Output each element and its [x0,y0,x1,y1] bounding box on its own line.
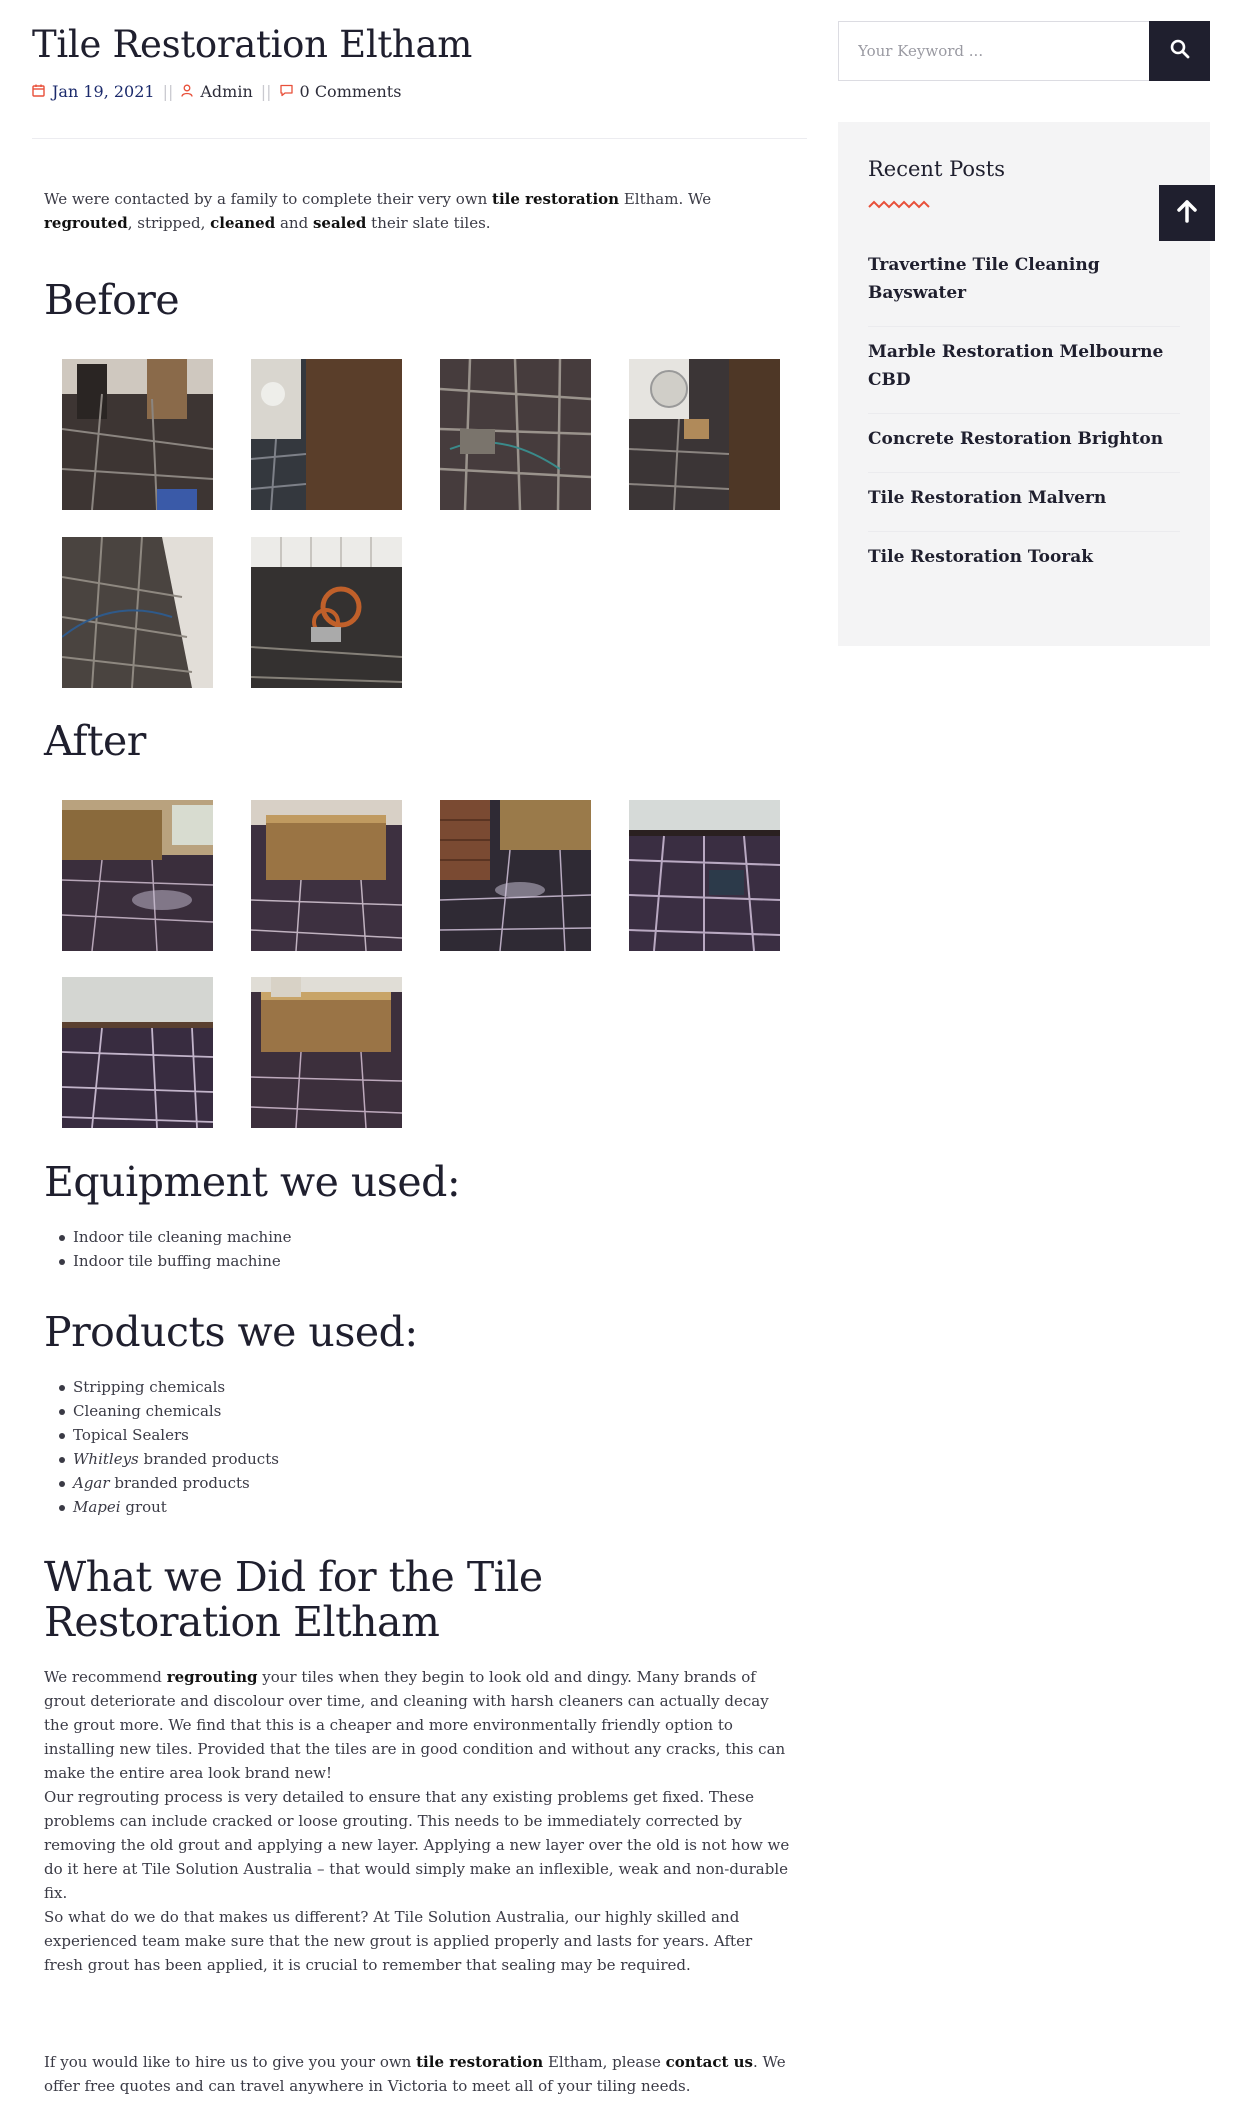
body-paragraph: So what do we do that makes us different… [44,1908,753,1974]
product-brand: Mapei [73,1498,121,1516]
intro-paragraph: We were contacted by a family to complet… [44,190,712,232]
after-photo[interactable] [440,800,591,951]
search-form [838,21,1210,81]
product-text: branded products [109,1474,250,1492]
before-photo[interactable] [62,359,213,510]
meta-separator: || [260,81,272,101]
what-heading: What we Did for the Tile Restoration Elt… [44,1553,543,1646]
product-item: Mapei grout [44,1495,279,1519]
products-heading: Products we used: [44,1308,418,1356]
body-paragraph: If you would like to hire us to give you… [44,2053,786,2095]
recent-post-link[interactable]: Marble Restoration Melbourne CBD [868,338,1180,394]
before-photo[interactable] [62,537,213,688]
recent-post-link[interactable]: Tile Restoration Malvern [868,484,1180,512]
before-photo[interactable] [629,359,780,510]
after-photo[interactable] [251,977,402,1128]
body-paragraph: We recommend regrouting your tiles when … [44,1668,786,1782]
post-meta: Jan 19, 2021 || Admin || 0 Comments [32,80,807,102]
equipment-item: Indoor tile buffing machine [44,1249,292,1273]
recent-post-divider [868,413,1180,414]
product-text: Cleaning chemicals [73,1402,222,1420]
body-paragraph: Our regrouting process is very detailed … [44,1788,790,1902]
recent-posts-widget: Recent Posts Travertine Tile Cleaning Ba… [838,122,1210,646]
wave-underline [868,195,930,214]
page-title: Tile Restoration Eltham [32,23,472,66]
recent-post-link[interactable]: Tile Restoration Toorak [868,543,1180,571]
search-button[interactable] [1149,21,1210,81]
recent-post-link[interactable]: Concrete Restoration Brighton [868,425,1180,453]
calendar-icon [32,82,45,101]
product-item: Agar branded products [44,1471,279,1495]
search-icon [1170,39,1190,63]
search-input[interactable] [838,21,1149,81]
post-comments[interactable]: 0 Comments [300,82,402,101]
product-brand: Whitleys [73,1450,139,1468]
product-item: Stripping chemicals [44,1375,279,1399]
contact-us-link[interactable]: contact us [666,2053,753,2071]
product-text: grout [120,1498,167,1516]
product-item: Whitleys branded products [44,1447,279,1471]
equipment-list: Indoor tile cleaning machine Indoor tile … [44,1225,292,1273]
product-text: Topical Sealers [73,1426,189,1444]
products-list: Stripping chemicals Cleaning chemicals Top… [44,1375,279,1519]
recent-post-link[interactable]: Travertine Tile Cleaning Bayswater [868,251,1180,307]
before-photo[interactable] [251,537,402,688]
before-heading: Before [44,276,180,324]
scroll-to-top-button[interactable] [1159,185,1215,241]
equipment-item: Indoor tile cleaning machine [44,1225,292,1249]
after-photo[interactable] [62,977,213,1128]
after-photo[interactable] [251,800,402,951]
product-item: Cleaning chemicals [44,1399,279,1423]
title-divider [32,138,807,139]
post-date[interactable]: Jan 19, 2021 [52,82,155,101]
product-text: branded products [138,1450,279,1468]
comment-icon [279,82,293,101]
recent-post-divider [868,472,1180,473]
widget-title: Recent Posts [868,157,1005,181]
recent-post-divider [868,326,1180,327]
product-item: Topical Sealers [44,1423,279,1447]
product-text: Stripping chemicals [73,1378,226,1396]
before-photo[interactable] [440,359,591,510]
after-photo[interactable] [62,800,213,951]
after-heading: After [44,717,146,765]
product-brand: Agar [73,1474,110,1492]
equipment-heading: Equipment we used: [44,1158,461,1206]
user-icon [181,82,194,101]
post-author[interactable]: Admin [200,82,252,101]
before-photo[interactable] [251,359,402,510]
main-content: Tile Restoration Eltham Jan 19, 2021 || … [32,0,807,139]
arrow-up-icon [1176,199,1198,227]
after-photo[interactable] [629,800,780,951]
recent-post-divider [868,531,1180,532]
meta-separator: || [162,81,174,101]
